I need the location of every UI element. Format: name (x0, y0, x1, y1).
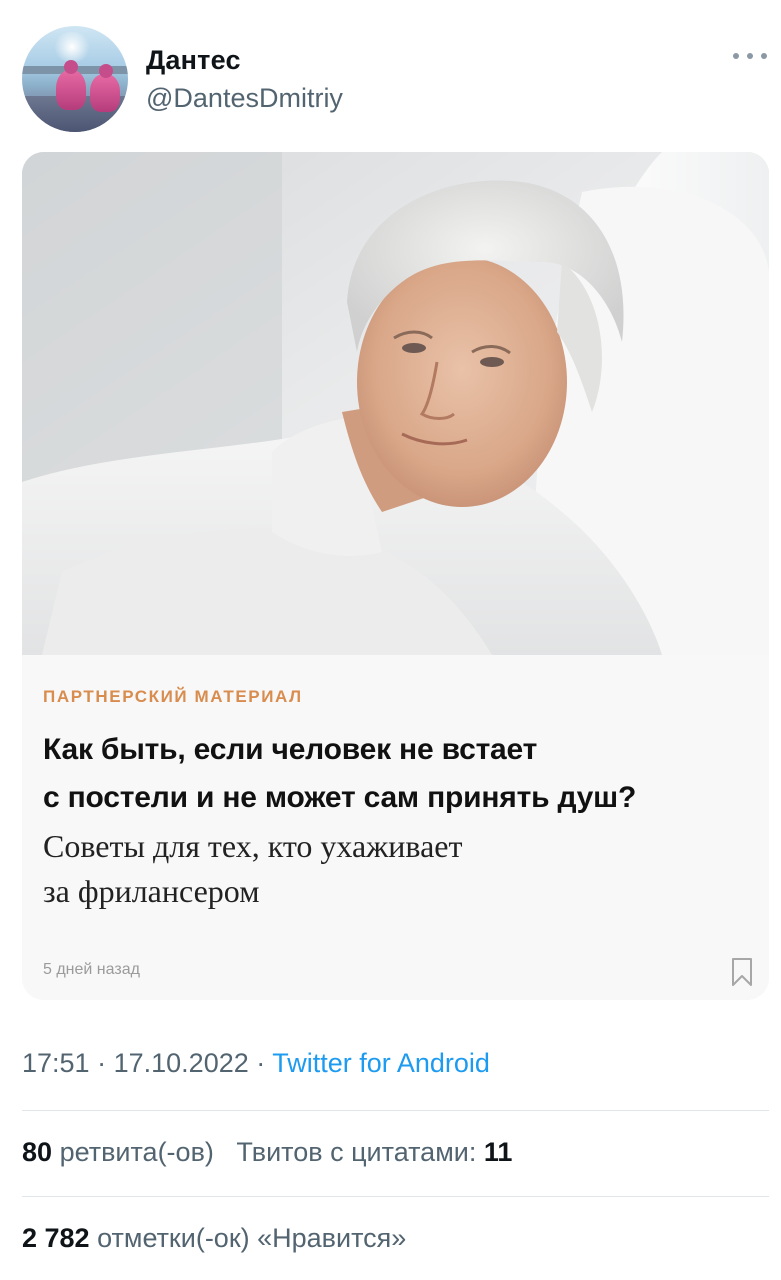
retweet-stats: 80 ретвита(-ов) Твитов с цитатами: 11 (22, 1137, 512, 1168)
retweets-count: 80 (22, 1137, 53, 1167)
divider (22, 1110, 769, 1111)
quotes-label: Твитов с цитатами: (236, 1137, 477, 1167)
likes-label: отметки(-ок) «Нравится» (97, 1223, 407, 1253)
divider (22, 1196, 769, 1197)
retweets-stat[interactable]: 80 ретвита(-ов) (22, 1137, 214, 1167)
quotes-stat[interactable]: Твитов с цитатами: 11 (236, 1137, 512, 1167)
tweet-date[interactable]: 17.10.2022 (114, 1048, 249, 1078)
likes-count: 2 782 (22, 1223, 90, 1253)
avatar-figure (90, 74, 120, 112)
tweet-time[interactable]: 17:51 (22, 1048, 90, 1078)
tweet-source-link[interactable]: Twitter for Android (272, 1048, 490, 1078)
card-body: ПАРТНЕРСКИЙ МАТЕРИАЛ Как быть, если чело… (22, 655, 769, 1000)
avatar-sky (52, 32, 92, 62)
card-subtitle-line: за фрилансером (43, 873, 260, 909)
article-photo (22, 152, 769, 655)
card-subtitle-line: Советы для тех, кто ухаживает (43, 828, 463, 864)
card-subtitle: Советы для тех, кто ухаживает за фриланс… (43, 824, 643, 914)
quotes-count: 11 (483, 1137, 513, 1167)
card-posted-ago: 5 дней назад (43, 961, 140, 978)
likes-stat[interactable]: 2 782 отметки(-ок) «Нравится» (22, 1223, 406, 1254)
meta-separator: · (256, 1048, 266, 1078)
avatar[interactable] (22, 26, 128, 132)
card-headline[interactable]: Как быть, если человек не встает с посте… (43, 726, 763, 822)
card-headline-line: Как быть, если человек не встает (43, 733, 538, 766)
link-card[interactable]: ПАРТНЕРСКИЙ МАТЕРИАЛ Как быть, если чело… (22, 152, 769, 1000)
partner-label: ПАРТНЕРСКИЙ МАТЕРИАЛ (43, 687, 303, 706)
avatar-figure-head (99, 64, 113, 78)
more-icon[interactable] (733, 50, 767, 62)
avatar-figure-head (64, 60, 78, 74)
retweets-label: ретвита(-ов) (59, 1137, 214, 1167)
avatar-figure (56, 70, 86, 110)
author-handle[interactable]: @DantesDmitriy (146, 83, 343, 114)
article-photo-illustration (22, 152, 769, 655)
meta-separator: · (97, 1048, 107, 1078)
tweet-header: Дантес @DantesDmitriy (22, 26, 767, 134)
card-headline-line: с постели и не может сам принять душ? (43, 781, 637, 814)
bookmark-icon[interactable] (731, 957, 753, 987)
tweet-timestamp: 17:51 · 17.10.2022 · Twitter for Android (22, 1048, 490, 1079)
author-name[interactable]: Дантес (146, 45, 241, 76)
